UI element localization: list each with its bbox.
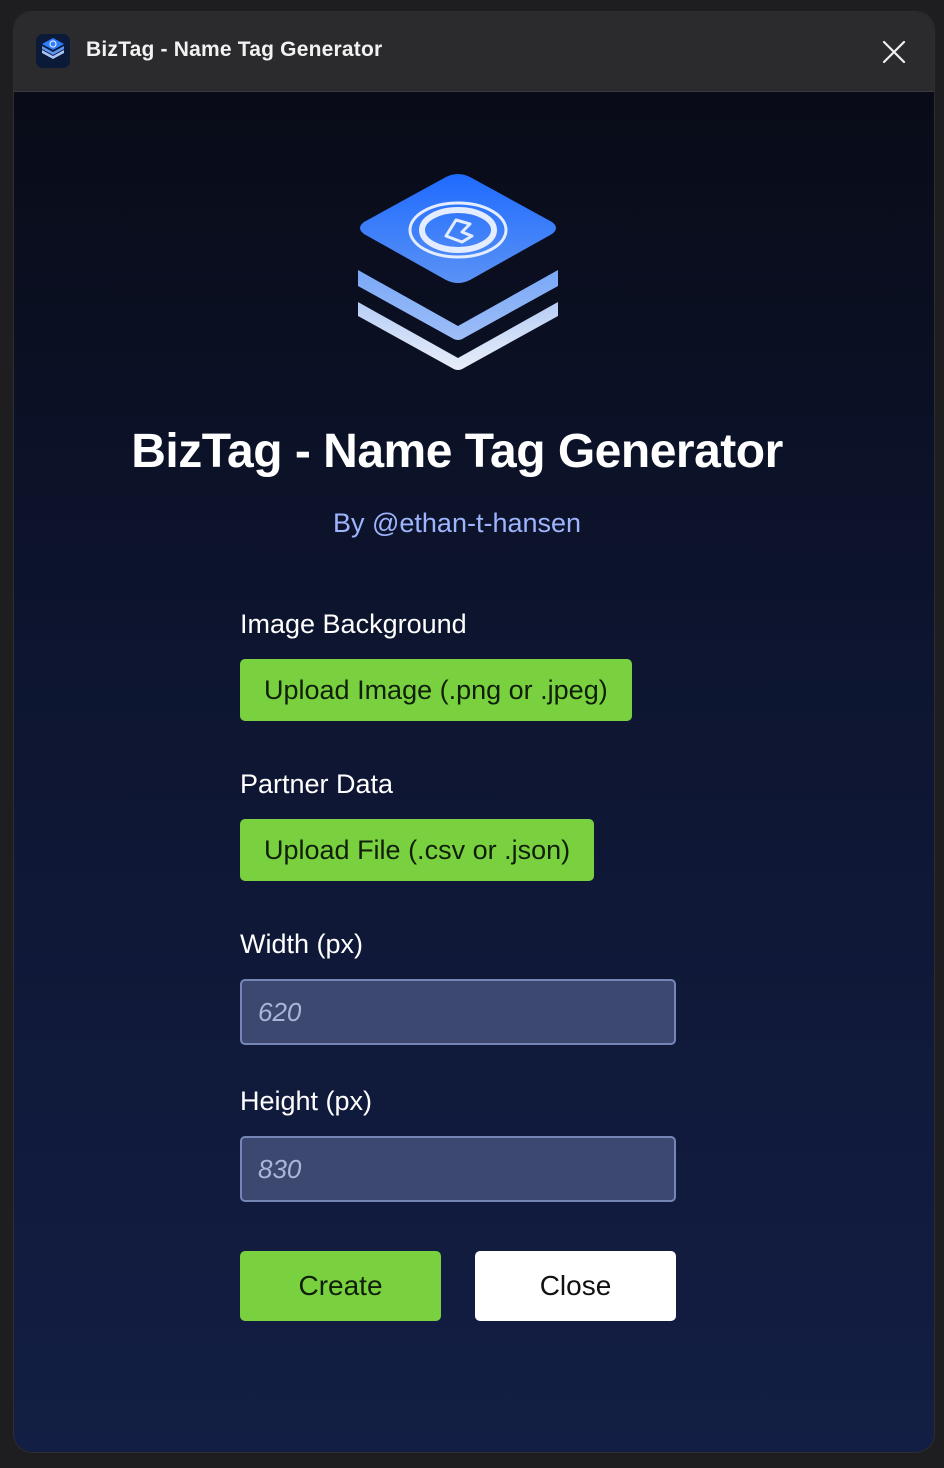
height-input[interactable] <box>240 1136 676 1202</box>
upload-image-button[interactable]: Upload Image (.png or .jpeg) <box>240 659 632 721</box>
height-label: Height (px) <box>240 1086 373 1116</box>
close-button[interactable]: Close <box>475 1251 676 1321</box>
width-label: Width (px) <box>240 929 364 959</box>
author-byline[interactable]: By @ethan-t-hansen <box>14 508 900 539</box>
title-bar: BizTag - Name Tag Generator <box>14 12 934 92</box>
close-icon[interactable] <box>878 36 910 68</box>
partner-data-label: Partner Data <box>240 769 394 799</box>
width-input[interactable] <box>240 979 676 1045</box>
window-title: BizTag - Name Tag Generator <box>86 38 383 61</box>
upload-file-button[interactable]: Upload File (.csv or .json) <box>240 819 595 881</box>
image-background-label: Image Background <box>240 609 467 639</box>
layers-logo-icon <box>358 174 558 370</box>
page-title: BizTag - Name Tag Generator <box>131 425 783 478</box>
create-button[interactable]: Create <box>240 1251 441 1321</box>
layers-logo-icon <box>36 34 70 68</box>
app-window: BizTag - Name Tag Generator BizTag - Nam… <box>14 12 934 1452</box>
